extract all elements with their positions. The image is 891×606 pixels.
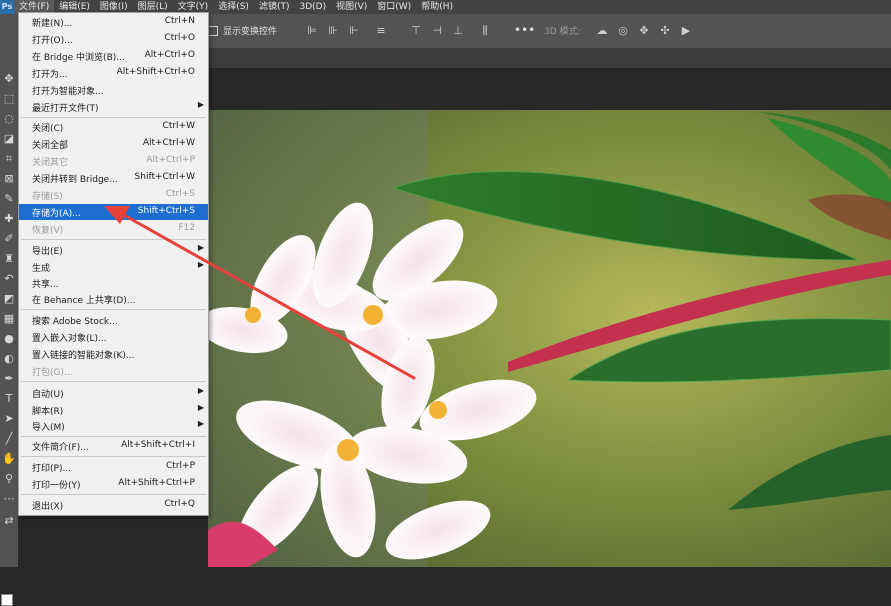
- brush-tool-icon[interactable]: ✐: [2, 232, 16, 246]
- menu-select[interactable]: 选择(S): [213, 0, 254, 14]
- align-top-icon[interactable]: ⊤: [409, 24, 423, 37]
- blur-tool-icon[interactable]: ●: [2, 332, 16, 346]
- frame-tool-icon[interactable]: ⊠: [2, 172, 16, 186]
- menu-item-share[interactable]: 共享...: [19, 275, 208, 291]
- dodge-tool-icon[interactable]: ◐: [2, 352, 16, 366]
- menu-item-open-smart-object[interactable]: 打开为智能对象...: [19, 82, 208, 98]
- type-tool-icon[interactable]: T: [2, 392, 16, 406]
- submenu-arrow-icon: ▶: [197, 100, 204, 109]
- tools-panel: ✥ ⬚ ◌ ◪ ⌗ ⊠ ✎ ✚ ✐ ♜ ↶ ◩ ▦ ● ◐ ✒ T ➤ ╱ ✋ …: [0, 48, 18, 606]
- menu-item-place-linked[interactable]: 置入链接的智能对象(K)...: [19, 346, 208, 362]
- menu-3d[interactable]: 3D(D): [294, 0, 331, 14]
- menu-window[interactable]: 窗口(W): [372, 0, 416, 14]
- zoom-tool-icon[interactable]: ⚲: [2, 472, 16, 486]
- menu-item-file-info[interactable]: 文件简介(F)... Alt+Shift+Ctrl+I: [19, 438, 208, 454]
- show-transform-checkbox[interactable]: [208, 26, 218, 36]
- submenu-arrow-icon: ▶: [197, 260, 204, 269]
- eraser-tool-icon[interactable]: ◩: [2, 292, 16, 306]
- line-tool-icon[interactable]: ╱: [2, 432, 16, 446]
- align-right-icon[interactable]: ⊩: [347, 24, 361, 37]
- menu-item-automate[interactable]: 自动(U) ▶: [19, 385, 208, 401]
- crop-tool-icon[interactable]: ⌗: [2, 152, 16, 166]
- quick-select-tool-icon[interactable]: ◪: [2, 132, 16, 146]
- menu-separator: [21, 309, 206, 310]
- more-options-button[interactable]: •••: [514, 23, 535, 37]
- 3d-camera-icon[interactable]: ▶: [679, 24, 693, 37]
- photoshop-logo-icon: Ps: [0, 0, 14, 14]
- document-canvas[interactable]: [208, 110, 891, 567]
- flower-photo: [208, 110, 891, 567]
- gradient-tool-icon[interactable]: ▦: [2, 312, 16, 326]
- menu-separator: [21, 381, 206, 382]
- swap-colors-icon[interactable]: ⇄: [2, 514, 16, 528]
- eyedropper-tool-icon[interactable]: ✎: [2, 192, 16, 206]
- menu-item-save[interactable]: 存储(S) Ctrl+S: [19, 187, 208, 203]
- pen-tool-icon[interactable]: ✒: [2, 372, 16, 386]
- menu-item-share-behance[interactable]: 在 Behance 上共享(D)...: [19, 291, 208, 307]
- foreground-color-swatch[interactable]: [1, 594, 13, 606]
- submenu-arrow-icon: ▶: [197, 403, 204, 412]
- edit-toolbar-icon[interactable]: ⋯: [2, 492, 16, 506]
- lasso-tool-icon[interactable]: ◌: [2, 112, 16, 126]
- menu-item-place-embedded[interactable]: 置入嵌入对象(L)...: [19, 329, 208, 345]
- menu-item-generate[interactable]: 生成 ▶: [19, 259, 208, 275]
- menu-separator: [21, 436, 206, 437]
- submenu-arrow-icon: ▶: [197, 419, 204, 428]
- menu-separator: [21, 456, 206, 457]
- align-left-icon[interactable]: ⊫: [305, 24, 319, 37]
- menu-item-search-adobe-stock[interactable]: 搜索 Adobe Stock...: [19, 312, 208, 328]
- menu-view[interactable]: 视图(V): [331, 0, 372, 14]
- menu-item-import[interactable]: 导入(M) ▶: [19, 418, 208, 434]
- file-menu-dropdown: 新建(N)... Ctrl+N 打开(O)... Ctrl+O 在 Bridge 中…: [18, 12, 209, 516]
- 3d-mode-label: 3D 模式:: [544, 27, 581, 37]
- healing-brush-tool-icon[interactable]: ✚: [2, 212, 16, 226]
- menu-item-revert[interactable]: 恢复(V) F12: [19, 221, 208, 237]
- marquee-tool-icon[interactable]: ⬚: [2, 92, 16, 106]
- menu-item-close-others[interactable]: 关闭其它 Alt+Ctrl+P: [19, 153, 208, 169]
- 3d-orbit-icon[interactable]: ☁: [595, 24, 609, 37]
- align-hcenter-icon[interactable]: ⊪: [326, 24, 340, 37]
- menu-item-close-all[interactable]: 关闭全部 Alt+Ctrl+W: [19, 136, 208, 152]
- menu-item-scripts[interactable]: 脚本(R) ▶: [19, 402, 208, 418]
- distribute-icon[interactable]: ≡: [374, 24, 388, 37]
- menu-item-new[interactable]: 新建(N)... Ctrl+N: [19, 14, 208, 30]
- menu-separator: [21, 117, 206, 118]
- menu-item-exit[interactable]: 退出(X) Ctrl+Q: [19, 497, 208, 513]
- show-transform-label: 显示变换控件: [223, 27, 278, 37]
- 3d-pan-icon[interactable]: ✥: [637, 24, 651, 37]
- history-brush-tool-icon[interactable]: ↶: [2, 272, 16, 286]
- clone-stamp-tool-icon[interactable]: ♜: [2, 252, 16, 266]
- menu-item-close-go-bridge[interactable]: 关闭并转到 Bridge... Shift+Ctrl+W: [19, 170, 208, 186]
- menu-separator: [21, 494, 206, 495]
- align-bottom-icon[interactable]: ⊥: [451, 24, 465, 37]
- 3d-slide-icon[interactable]: ✣: [658, 24, 672, 37]
- align-vcenter-icon[interactable]: ⊣: [430, 24, 444, 37]
- menu-help[interactable]: 帮助(H): [416, 0, 458, 14]
- menu-item-print[interactable]: 打印(P)... Ctrl+P: [19, 459, 208, 475]
- menu-item-recent-files[interactable]: 最近打开文件(T) ▶: [19, 99, 208, 115]
- hand-tool-icon[interactable]: ✋: [2, 452, 16, 466]
- move-tool-icon[interactable]: ✥: [2, 72, 16, 86]
- 3d-roll-icon[interactable]: ◎: [616, 24, 630, 37]
- menu-filter[interactable]: 滤镜(T): [254, 0, 295, 14]
- menu-item-open[interactable]: 打开(O)... Ctrl+O: [19, 31, 208, 47]
- menu-item-print-one-copy[interactable]: 打印一份(Y) Alt+Shift+Ctrl+P: [19, 476, 208, 492]
- submenu-arrow-icon: ▶: [197, 243, 204, 252]
- menu-separator: [21, 239, 206, 240]
- menu-item-package[interactable]: 打包(G)...: [19, 363, 208, 379]
- menu-item-browse-bridge[interactable]: 在 Bridge 中浏览(B)... Alt+Ctrl+O: [19, 48, 208, 64]
- menu-item-close[interactable]: 关闭(C) Ctrl+W: [19, 119, 208, 135]
- menu-item-save-as[interactable]: 存储为(A)... Shift+Ctrl+S: [19, 204, 208, 220]
- submenu-arrow-icon: ▶: [197, 386, 204, 395]
- menu-item-export[interactable]: 导出(E) ▶: [19, 242, 208, 258]
- path-select-tool-icon[interactable]: ➤: [2, 412, 16, 426]
- menu-item-open-as[interactable]: 打开为... Alt+Shift+Ctrl+O: [19, 65, 208, 81]
- distribute-vertical-icon[interactable]: ⫼: [478, 24, 492, 37]
